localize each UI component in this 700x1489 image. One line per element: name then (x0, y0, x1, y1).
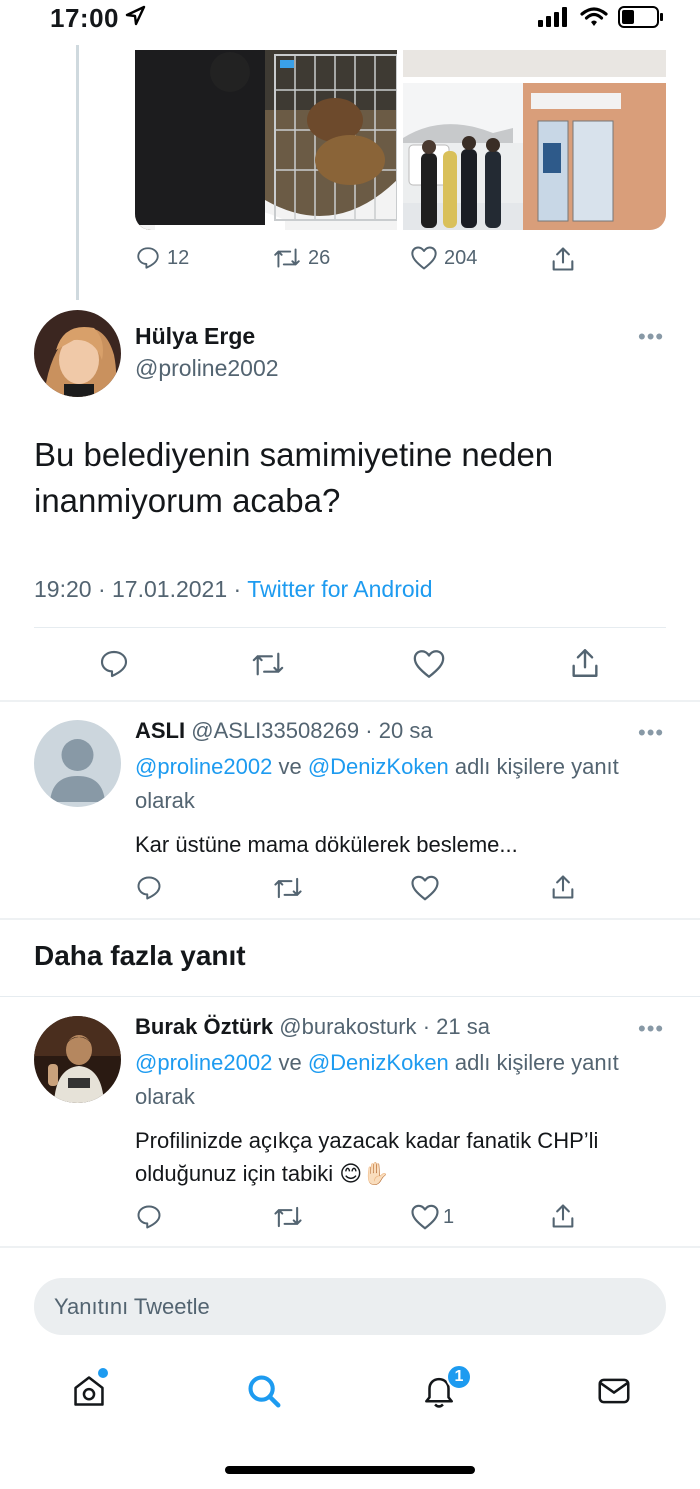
reply-button[interactable] (135, 1203, 163, 1231)
reply-time: 21 sa (436, 1014, 490, 1039)
reply-text: Profilinizde açıkça yazacak kadar fanati… (135, 1128, 599, 1186)
status-time: 17:00 (50, 3, 119, 33)
tweet-meta: 19:20 · 17.01.2021 · Twitter for Android (34, 576, 433, 603)
more-icon[interactable]: ••• (638, 324, 664, 350)
search-icon (248, 1375, 281, 1408)
tweet-time: 19:20 (34, 576, 92, 602)
main-reply-button[interactable] (98, 648, 130, 680)
notifications-badge: 1 (446, 1364, 472, 1390)
reply-header: ASLI @ASLI33508269 · 20 sa (135, 718, 433, 743)
replying-to: @proline2002 ve @DenizKoken adlı kişiler… (135, 1050, 619, 1109)
reply-text: Kar üstüne mama dökülerek besleme... (135, 832, 518, 857)
main-author-handle[interactable]: @proline2002 (135, 355, 279, 382)
reply-header: Burak Öztürk @burakosturk · 21 sa (135, 1014, 490, 1039)
reply-input-placeholder: Yanıtını Tweetle (54, 1293, 210, 1319)
share-button[interactable] (549, 245, 577, 273)
mention-link[interactable]: @DenizKoken (308, 1050, 449, 1075)
reply-author-handle[interactable]: @ASLI33508269 (191, 718, 359, 743)
thread-connector-line (76, 45, 79, 300)
section-divider (0, 1246, 700, 1248)
reply-icon (100, 650, 128, 678)
retweet-count: 26 (308, 246, 331, 269)
signal-icon (538, 7, 567, 27)
main-share-button[interactable] (568, 646, 602, 680)
like-icon (411, 246, 437, 270)
like-button[interactable]: 204 (410, 245, 477, 271)
mention-link[interactable]: @DenizKoken (308, 754, 449, 779)
home-new-dot (98, 1368, 108, 1378)
more-icon[interactable]: ••• (638, 720, 664, 746)
share-icon (552, 247, 574, 271)
like-button[interactable]: 1 (410, 1203, 454, 1231)
main-author-name[interactable]: Hülya Erge (135, 323, 255, 350)
location-arrow-icon (125, 5, 146, 26)
share-button[interactable] (549, 1202, 577, 1230)
mail-icon (598, 1378, 630, 1404)
like-icon (411, 1204, 439, 1230)
media-photo-shelter-visit[interactable] (403, 83, 666, 230)
main-retweet-button[interactable] (250, 648, 286, 680)
tab-home[interactable] (70, 1368, 108, 1415)
more-replies-heading: Daha fazla yanıt (34, 940, 246, 971)
reply-author-handle[interactable]: @burakosturk (279, 1014, 416, 1039)
avatar-default[interactable] (34, 720, 121, 807)
like-icon (411, 875, 439, 901)
share-icon (552, 1204, 574, 1228)
share-icon (572, 649, 598, 677)
like-count: 204 (444, 246, 478, 269)
tweet-media-grid[interactable] (135, 50, 666, 230)
share-icon (552, 875, 574, 899)
retweet-button[interactable]: 26 (272, 245, 330, 271)
reply-author-name[interactable]: Burak Öztürk (135, 1014, 273, 1039)
mention-link[interactable]: @proline2002 (135, 1050, 272, 1075)
tweet-date: 17.01.2021 (112, 576, 228, 602)
like-button[interactable] (410, 874, 440, 902)
avatar-burak[interactable] (34, 1016, 121, 1103)
reply-count: 12 (167, 246, 190, 269)
retweet-icon (274, 877, 302, 899)
retweet-icon (252, 652, 284, 676)
mention-link[interactable]: @proline2002 (135, 754, 272, 779)
meta-separator: · (97, 576, 106, 602)
tab-notifications[interactable]: 1 (420, 1364, 472, 1415)
home-indicator[interactable] (225, 1466, 475, 1474)
reply-button[interactable]: 12 (135, 245, 189, 271)
main-tweet-text: Bu belediyenin samimiyetine neden inanmi… (34, 436, 554, 519)
like-icon (413, 650, 445, 678)
avatar-hulya[interactable] (34, 310, 121, 397)
reply-icon (137, 247, 159, 269)
retweet-icon (274, 248, 300, 268)
reply-icon (137, 876, 161, 900)
battery-icon (618, 6, 663, 28)
section-divider (0, 918, 700, 920)
media-photo-dog-cage[interactable] (135, 50, 397, 230)
reply-time: 20 sa (378, 718, 433, 743)
retweet-icon (274, 1206, 302, 1228)
replying-to: @proline2002 ve @DenizKoken adlı kişiler… (135, 754, 619, 813)
wifi-icon (580, 7, 608, 26)
tab-search[interactable] (245, 1372, 283, 1415)
retweet-button[interactable] (272, 1203, 304, 1231)
reply-button[interactable] (135, 874, 163, 902)
divider (0, 996, 700, 997)
tweet-source-link[interactable]: Twitter for Android (247, 576, 432, 602)
more-icon[interactable]: ••• (638, 1016, 664, 1042)
tab-messages[interactable] (595, 1372, 633, 1415)
share-button[interactable] (549, 873, 577, 901)
section-divider (0, 700, 700, 702)
tab-bar: 1 (0, 1360, 700, 1430)
reply-input[interactable]: Yanıtını Tweetle (34, 1278, 666, 1335)
meta-separator: · (233, 576, 242, 602)
main-like-button[interactable] (412, 648, 446, 680)
reply-icon (137, 1205, 161, 1229)
retweet-button[interactable] (272, 874, 304, 902)
status-bar: 17:00 (0, 0, 700, 40)
like-count: 1 (443, 1205, 455, 1228)
divider (34, 627, 666, 628)
reply-author-name[interactable]: ASLI (135, 718, 185, 743)
media-photo-snow-top[interactable] (403, 50, 666, 77)
